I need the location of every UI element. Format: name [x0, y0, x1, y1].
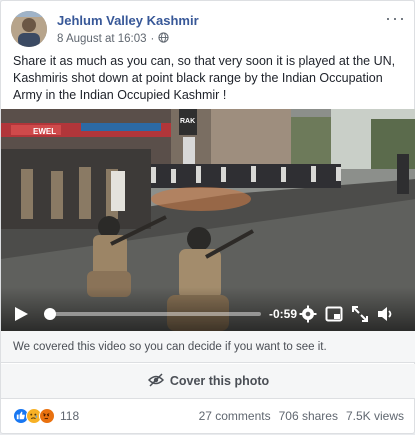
post-header: Jehlum Valley Kashmir 8 August at 16:03 … [11, 9, 406, 47]
views-count: 7.5K views [345, 409, 404, 423]
post-timestamp[interactable]: 8 August at 16:03 [57, 33, 147, 45]
more-options-button[interactable]: ··· [385, 9, 406, 27]
page-avatar[interactable] [11, 11, 47, 47]
shop-sign-ewel: EWEL [33, 127, 56, 136]
meta-separator: · [150, 33, 155, 45]
angry-icon [39, 408, 55, 424]
eye-slash-icon [147, 372, 164, 390]
reaction-count: 118 [60, 409, 80, 423]
cover-photo-label: Cover this photo [169, 374, 270, 388]
post-card: Jehlum Valley Kashmir 8 August at 16:03 … [0, 0, 415, 434]
post-stats: 27 comments 706 shares 7.5K views [199, 409, 404, 423]
engagement-bar: 118 27 comments 706 shares 7.5K views [1, 398, 415, 435]
volume-icon[interactable] [377, 305, 395, 323]
fullscreen-icon[interactable] [351, 305, 369, 323]
post-meta: 8 August at 16:03 · [57, 32, 170, 46]
cover-notice: We covered this video so you can decide … [1, 331, 415, 363]
settings-icon[interactable] [299, 305, 317, 323]
video-time-remaining: -0:59 [269, 307, 298, 321]
pip-icon[interactable] [325, 305, 343, 323]
shop-sign-rak: RAK [180, 118, 195, 125]
video-progress-track[interactable] [47, 312, 261, 316]
play-icon[interactable] [13, 306, 29, 322]
comments-count-link[interactable]: 27 comments [199, 409, 271, 423]
cover-photo-button[interactable]: Cover this photo [1, 364, 415, 398]
globe-icon [158, 32, 170, 46]
page-name-link[interactable]: Jehlum Valley Kashmir [57, 13, 199, 28]
shares-count-link[interactable]: 706 shares [279, 409, 338, 423]
video-progress-handle[interactable] [44, 308, 56, 320]
reactions-summary[interactable]: 118 [13, 408, 79, 424]
video-player[interactable]: EWEL RAK [1, 109, 415, 331]
post-text: Share it as much as you can, so that ver… [13, 54, 396, 102]
